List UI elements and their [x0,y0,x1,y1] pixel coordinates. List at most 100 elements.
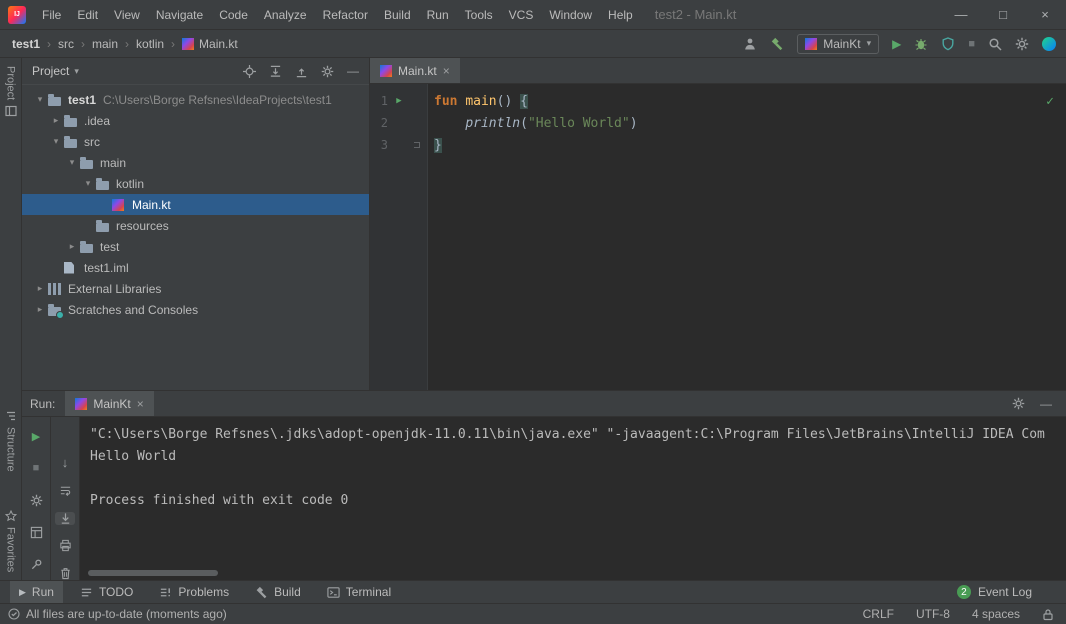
menu-analyze[interactable]: Analyze [256,0,315,30]
run-tab-mainkt[interactable]: MainKt × [65,391,153,416]
tree-item-mainkt-selected[interactable]: Main.kt [22,194,369,215]
coverage-button[interactable] [941,37,955,51]
run-config-gear-icon[interactable] [26,491,46,509]
run-toolbar-primary: ▶ ■ [22,417,51,580]
chevron-collapsed-icon[interactable]: ▸ [32,304,48,315]
tree-item-src[interactable]: ▾ src [22,131,369,152]
hide-panel-icon[interactable]: — [1040,399,1052,409]
console-line: "C:\Users\Borge Refsnes\.jdks\adopt-open… [90,427,1066,449]
project-panel-title[interactable]: Project [32,64,69,78]
close-button[interactable]: × [1024,0,1066,30]
locate-file-icon[interactable] [243,65,256,78]
folder-icon [64,139,77,148]
panel-settings-gear-icon[interactable] [321,65,334,78]
menu-help[interactable]: Help [600,0,641,30]
tree-item-test[interactable]: ▸ test [22,236,369,257]
minimize-button[interactable]: — [940,0,982,30]
maximize-button[interactable]: □ [982,0,1024,30]
editor-tab-mainkt[interactable]: Main.kt × [370,58,460,83]
menu-navigate[interactable]: Navigate [148,0,211,30]
expand-all-icon[interactable] [269,65,282,78]
breadcrumb-test1[interactable]: test1 [12,37,40,51]
code-content[interactable]: fun main() { println("Hello World") } [428,84,1066,390]
tree-item-external-libraries[interactable]: ▸ External Libraries [22,278,369,299]
readonly-lock-icon[interactable] [1042,608,1054,621]
menu-file[interactable]: File [34,0,69,30]
menu-edit[interactable]: Edit [69,0,106,30]
tree-item-test1-iml[interactable]: test1.iml [22,257,369,278]
rerun-button[interactable]: ▶ [26,427,46,445]
collaborate-icon[interactable] [743,37,757,51]
event-log-button[interactable]: 2 Event Log [957,581,1056,603]
soft-wrap-icon[interactable] [55,484,75,498]
encoding-indicator[interactable]: UTF-8 [916,607,950,621]
print-console-icon[interactable] [55,539,75,553]
stripe-structure-button[interactable]: Structure [0,410,21,472]
inspection-ok-icon[interactable]: ✓ [1046,94,1054,109]
toolbar-tab-todo[interactable]: TODO [71,581,142,603]
status-message[interactable]: All files are up-to-date (moments ago) [26,607,227,621]
stripe-favorites-button[interactable]: Favorites [0,510,21,572]
chevron-collapsed-icon[interactable]: ▸ [32,283,48,294]
toolbar-tab-terminal[interactable]: Terminal [318,581,400,603]
menu-vcs[interactable]: VCS [501,0,542,30]
line-number: 3 [370,138,388,152]
tree-item-scratches[interactable]: ▸ Scratches and Consoles [22,299,369,320]
tree-item-main[interactable]: ▾ main [22,152,369,173]
chevron-down-icon[interactable]: ▾ [74,66,79,77]
stop-process-button[interactable]: ■ [26,459,46,477]
run-settings-gear-icon[interactable] [1012,397,1025,410]
menu-code[interactable]: Code [211,0,256,30]
tree-item-resources[interactable]: resources [22,215,369,236]
chevron-expanded-icon[interactable]: ▾ [64,157,80,168]
breadcrumb-mainkt[interactable]: Main.kt [182,37,238,51]
indent-indicator[interactable]: 4 spaces [972,607,1020,621]
code-with-me-icon[interactable] [1042,37,1056,51]
build-project-icon[interactable] [770,37,784,51]
tree-item-idea[interactable]: ▸ .idea [22,110,369,131]
horizontal-scrollbar[interactable] [88,570,218,576]
menu-build[interactable]: Build [376,0,419,30]
menu-window[interactable]: Window [541,0,600,30]
run-line-icon[interactable]: ▶ [388,96,410,106]
pin-tab-icon[interactable] [26,555,46,573]
console-output[interactable]: "C:\Users\Borge Refsnes\.jdks\adopt-open… [80,417,1066,580]
breadcrumb-kotlin[interactable]: kotlin [136,37,164,51]
menu-tools[interactable]: Tools [457,0,501,30]
down-stacktrace-icon[interactable]: ↓ [55,455,75,470]
project-header-icons: — [243,65,359,78]
toolbar-tab-build[interactable]: Build [246,581,310,603]
collapse-all-icon[interactable] [295,65,308,78]
debug-button[interactable] [914,37,928,51]
stripe-project-button[interactable]: Project [0,66,21,117]
line-separator-indicator[interactable]: CRLF [863,607,894,621]
run-button[interactable]: ▶ [892,37,901,51]
breadcrumb-main[interactable]: main [92,37,118,51]
tree-item-test1[interactable]: ▾ test1 C:\Users\Borge Refsnes\IdeaProje… [22,89,369,110]
clear-console-icon[interactable] [55,567,75,581]
toolbar-tab-problems[interactable]: Problems [150,581,238,603]
chevron-expanded-icon[interactable]: ▾ [32,94,48,105]
chevron-collapsed-icon[interactable]: ▸ [48,115,64,126]
hide-panel-icon[interactable]: — [347,66,359,76]
chevron-expanded-icon[interactable]: ▾ [80,178,96,189]
fold-marker-icon[interactable] [414,142,420,148]
chevron-expanded-icon[interactable]: ▾ [48,136,64,147]
editor-area: Main.kt × 1 ▶ 2 3 [370,58,1066,390]
close-tab-icon[interactable]: × [137,397,144,411]
tree-item-kotlin[interactable]: ▾ kotlin [22,173,369,194]
editor-body[interactable]: 1 ▶ 2 3 fun main() { println("Hello [370,84,1066,390]
menu-refactor[interactable]: Refactor [315,0,376,30]
settings-gear-icon[interactable] [1015,37,1029,51]
menu-run[interactable]: Run [419,0,457,30]
menu-view[interactable]: View [106,0,148,30]
stop-button[interactable]: ■ [968,38,975,50]
close-tab-icon[interactable]: × [443,64,450,78]
restore-layout-icon[interactable] [26,523,46,541]
search-everywhere-icon[interactable] [988,37,1002,51]
run-config-combo[interactable]: MainKt ▾ [797,34,879,54]
breadcrumb-src[interactable]: src [58,37,74,51]
scroll-to-end-icon[interactable] [55,512,75,526]
chevron-collapsed-icon[interactable]: ▸ [64,241,80,252]
toolbar-tab-run[interactable]: ▶ Run [10,581,63,603]
